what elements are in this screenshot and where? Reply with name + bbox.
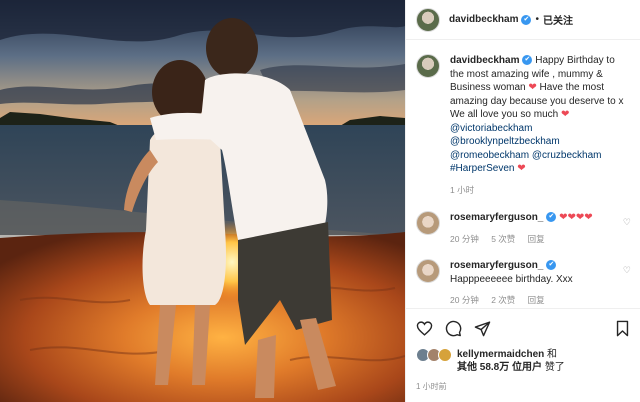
post-actions: kellymermaidchen 和 其他 58.8万 位用户 赞了 1 小时前 — [406, 308, 640, 392]
comments-list[interactable]: davidbeckham ✔ Happy Birthday to the most… — [406, 40, 640, 308]
mention-link[interactable]: @cruzbeckham — [532, 150, 602, 161]
caption-meta: 1 小时 — [450, 184, 631, 198]
comment-username[interactable]: rosemaryferguson_ — [450, 212, 543, 223]
comment-body: rosemaryferguson_ ✔ ❤❤❤❤ 20 分钟 5 次赞 回复 — [450, 211, 631, 246]
mention-link[interactable]: @victoriabeckham — [450, 123, 532, 134]
share-icon[interactable] — [474, 320, 491, 337]
comment-text: Happpeeeeee birthday. Xxx — [450, 273, 573, 285]
likes-conjunction: 和 — [547, 349, 558, 360]
like-comment-heart-icon[interactable]: ♡ — [623, 265, 631, 276]
comment-icon[interactable] — [445, 320, 462, 337]
likes-summary[interactable]: kellymermaidchen 和 其他 58.8万 位用户 赞了 — [416, 348, 631, 374]
likes-others-suffix: 位用户 — [512, 362, 543, 373]
red-heart-icon: ❤ — [560, 109, 570, 120]
avatar[interactable] — [416, 54, 440, 78]
verified-badge-icon: ✔ — [546, 260, 557, 271]
caption-time: 1 小时 — [450, 184, 475, 195]
post-photo[interactable] — [0, 0, 405, 402]
comment-meta: 20 分钟 2 次赞 回复 — [450, 294, 631, 308]
likes-text: kellymermaidchen 和 其他 58.8万 位用户 赞了 — [457, 348, 565, 374]
post-header: davidbeckham ✔ • 已关注 — [406, 0, 640, 40]
verified-badge-icon: ✔ — [546, 212, 557, 223]
liker-username[interactable]: kellymermaidchen — [457, 349, 544, 360]
red-heart-icon: ❤ — [517, 163, 526, 174]
comment-likes[interactable]: 2 次赞 — [491, 295, 515, 305]
verified-badge-icon: ✔ — [521, 14, 532, 25]
like-comment-heart-icon[interactable]: ♡ — [623, 217, 631, 228]
post-sidebar: davidbeckham ✔ • 已关注 davidbeckham ✔ Happy… — [405, 0, 640, 402]
hashtag-link[interactable]: #HarperSeven — [450, 163, 514, 174]
comment-meta: 20 分钟 5 次赞 回复 — [450, 233, 631, 247]
instagram-post: davidbeckham ✔ • 已关注 davidbeckham ✔ Happy… — [0, 0, 640, 402]
comment-body: rosemaryferguson_ ✔ Happpeeeeee birthday.… — [450, 259, 631, 308]
liker-avatars — [416, 348, 454, 362]
heart-icon[interactable] — [416, 320, 433, 337]
likes-others-prefix: 其他 — [457, 362, 477, 373]
comment-item: rosemaryferguson_ ✔ ❤❤❤❤ 20 分钟 5 次赞 回复 ♡ — [416, 211, 631, 246]
avatar[interactable] — [416, 211, 440, 235]
comment-time: 20 分钟 — [450, 233, 479, 244]
likes-count[interactable]: 58.8万 — [480, 362, 509, 373]
reply-button[interactable]: 回复 — [528, 234, 545, 244]
caption-body: davidbeckham ✔ Happy Birthday to the most… — [450, 54, 631, 197]
comment-username[interactable]: rosemaryferguson_ — [450, 260, 543, 271]
bookmark-icon[interactable] — [614, 320, 631, 337]
separator-dot: • — [535, 14, 539, 25]
author-username[interactable]: davidbeckham — [449, 14, 518, 25]
reply-button[interactable]: 回复 — [528, 295, 545, 305]
red-heart-icon: ❤ — [528, 82, 537, 93]
comment-text: ❤❤❤❤ — [559, 212, 593, 223]
post-timestamp[interactable]: 1 小时前 — [416, 381, 631, 392]
comment-time: 20 分钟 — [450, 295, 479, 305]
mention-link[interactable]: @romeobeckham — [450, 150, 529, 161]
caption: davidbeckham ✔ Happy Birthday to the most… — [416, 54, 631, 197]
verified-badge-icon: ✔ — [522, 55, 533, 66]
action-icons — [416, 317, 631, 339]
couple-beach-photo — [0, 0, 405, 402]
likes-liked: 赞了 — [544, 362, 565, 373]
comment-likes[interactable]: 5 次赞 — [491, 234, 515, 244]
comment-item: rosemaryferguson_ ✔ Happpeeeeee birthday.… — [416, 259, 631, 308]
avatar[interactable] — [416, 7, 440, 32]
follow-button[interactable]: 已关注 — [543, 12, 573, 27]
avatar[interactable] — [416, 259, 440, 283]
mention-link[interactable]: @brooklynpeltzbeckham — [450, 136, 560, 147]
caption-username[interactable]: davidbeckham — [450, 55, 519, 66]
